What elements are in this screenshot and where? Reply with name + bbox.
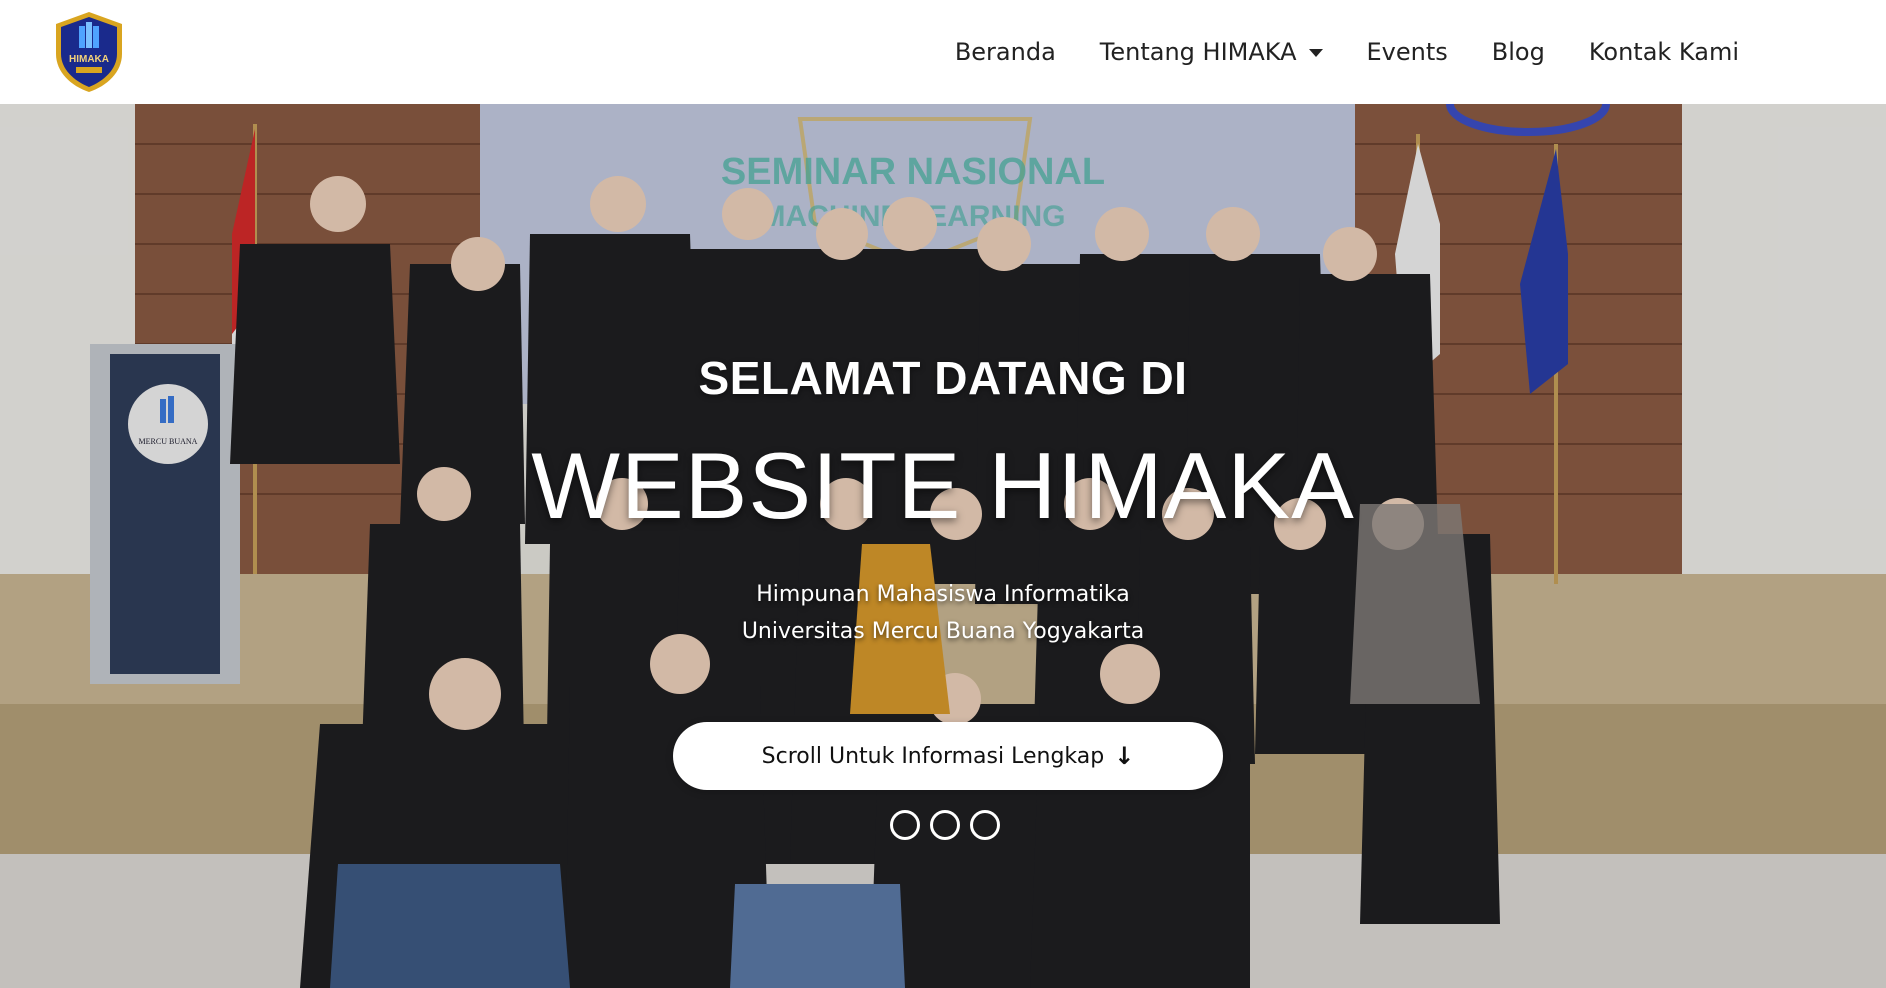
carousel-dot-2[interactable]	[930, 810, 960, 840]
hero-carousel: SEMINAR NASIONAL MACHINE LEARNING MERCU …	[0, 104, 1886, 988]
nav-tentang-himaka-dropdown[interactable]: Tentang HIMAKA	[1078, 38, 1345, 66]
nav-events[interactable]: Events	[1345, 38, 1470, 66]
scroll-info-label: Scroll Untuk Informasi Lengkap	[761, 743, 1105, 769]
himaka-shield-icon: HIMAKA	[56, 12, 122, 92]
nav-blog[interactable]: Blog	[1470, 38, 1567, 66]
nav-kontak-label: Kontak Kami	[1588, 38, 1739, 66]
himaka-logo[interactable]: HIMAKA	[52, 10, 126, 94]
logo-text: HIMAKA	[69, 54, 109, 65]
nav-beranda-label: Beranda	[954, 38, 1056, 66]
caret-down-icon	[1308, 49, 1323, 57]
hero-title: WEBSITE HIMAKA	[531, 433, 1355, 538]
arrow-down-icon: ↓	[1114, 742, 1135, 770]
carousel-indicators	[890, 810, 1000, 840]
nav-events-label: Events	[1366, 38, 1448, 66]
hero-subtitle: Himpunan Mahasiswa Informatika Universit…	[0, 576, 1886, 650]
hero-subtitle-line1: Himpunan Mahasiswa Informatika	[756, 582, 1130, 607]
main-nav: Beranda Tentang HIMAKA Events Blog Konta…	[933, 0, 1761, 104]
nav-blog-label: Blog	[1491, 38, 1545, 66]
hero-subtitle-line2: Universitas Mercu Buana Yogyakarta	[741, 619, 1145, 644]
hero-kicker: SELAMAT DATANG DI	[698, 352, 1188, 404]
carousel-dot-3[interactable]	[970, 810, 1000, 840]
hero-caption: SELAMAT DATANG DI WEBSITE HIMAKA Himpuna…	[0, 104, 1886, 988]
nav-beranda[interactable]: Beranda	[933, 38, 1078, 66]
scroll-info-button[interactable]: Scroll Untuk Informasi Lengkap ↓	[673, 722, 1223, 790]
nav-kontak-kami[interactable]: Kontak Kami	[1567, 38, 1761, 66]
carousel-dot-1[interactable]	[890, 810, 920, 840]
navbar: HIMAKA Beranda Tentang HIMAKA Events Blo…	[0, 0, 1886, 104]
nav-tentang-label: Tentang HIMAKA	[1099, 38, 1297, 66]
